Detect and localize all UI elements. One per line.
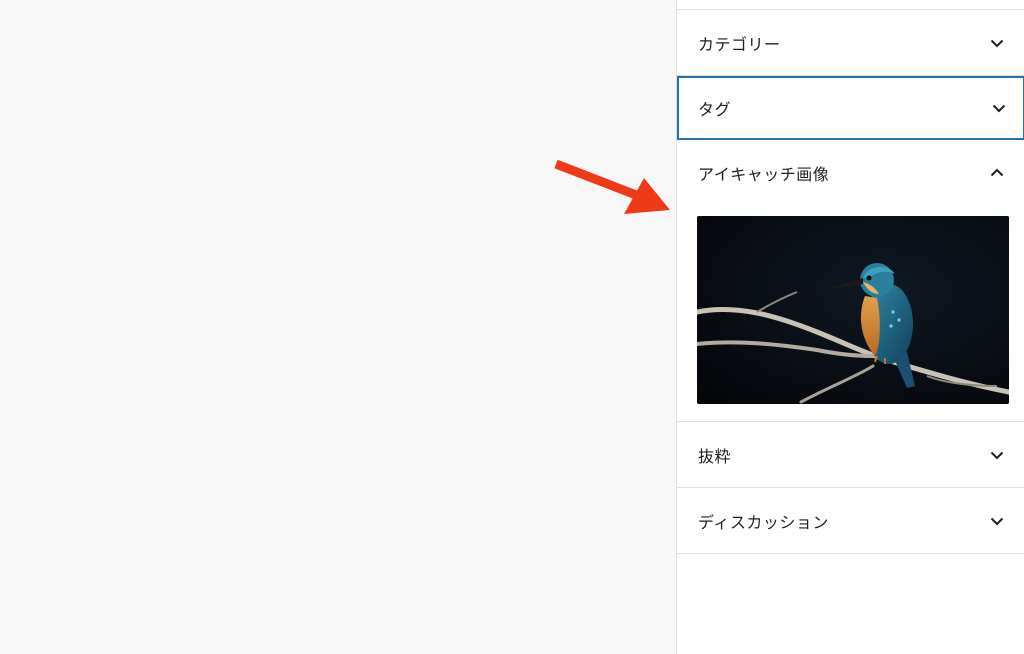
panel-tags-toggle[interactable]: タグ [679, 78, 1024, 138]
editor-canvas [0, 0, 676, 654]
panel-tags-title: タグ [698, 100, 732, 119]
settings-sidebar: カテゴリー タグ アイキャッチ画像 抜粋 ディスカッション [676, 0, 1024, 654]
panel-excerpt-title: 抜粋 [698, 446, 732, 466]
panel-excerpt-toggle[interactable]: 抜粋 [677, 422, 1024, 487]
chevron-down-icon [992, 104, 1006, 113]
chevron-down-icon [990, 451, 1004, 459]
sidebar-top-edge [677, 0, 1024, 10]
featured-image-thumbnail[interactable] [697, 216, 1009, 404]
kingfisher-image [697, 216, 1009, 404]
panel-tags: タグ [677, 76, 1024, 140]
panel-discussion-toggle[interactable]: ディスカッション [677, 488, 1024, 553]
panel-excerpt: 抜粋 [677, 422, 1024, 488]
chevron-up-icon [990, 168, 1004, 177]
chevron-down-icon [990, 39, 1004, 47]
panel-categories: カテゴリー [677, 10, 1024, 76]
panel-featured-image-title: アイキャッチ画像 [698, 165, 830, 184]
panel-featured-image: アイキャッチ画像 [677, 140, 1024, 422]
panel-categories-title: カテゴリー [698, 34, 781, 54]
panel-discussion: ディスカッション [677, 488, 1024, 554]
panel-discussion-title: ディスカッション [698, 512, 829, 532]
panel-categories-toggle[interactable]: カテゴリー [677, 10, 1024, 75]
chevron-down-icon [990, 517, 1004, 525]
panel-featured-image-toggle[interactable]: アイキャッチ画像 [677, 140, 1024, 206]
red-arrow-icon [554, 159, 670, 214]
